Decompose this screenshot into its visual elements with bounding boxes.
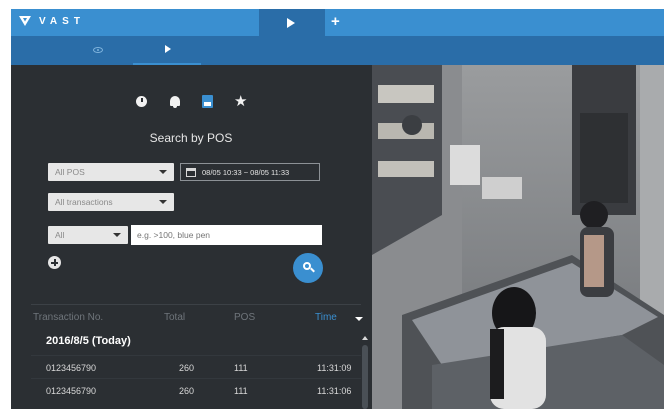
add-tab-button[interactable]: + [331,13,340,30]
cell-total: 260 [179,386,195,396]
camera-scene [372,65,664,409]
transaction-dropdown[interactable]: All transactions [48,193,174,211]
sort-desc-icon[interactable] [355,317,363,321]
calendar-icon [186,167,196,177]
chevron-down-icon [159,200,167,204]
cell-transaction-no: 0123456790 [46,363,97,373]
top-bar: VAST + [11,9,664,36]
view-mode-bar [11,36,664,65]
search-mode-icons: ★ [135,92,248,110]
brand-name: VAST [39,15,85,27]
search-title: Search by POS [149,131,233,145]
eye-icon[interactable] [93,47,103,53]
plus-icon: + [331,13,340,30]
search-button[interactable] [293,253,323,283]
tab-live-view[interactable] [259,9,325,36]
playback-icon[interactable] [165,45,171,53]
column-header-time[interactable]: Time [315,312,337,323]
cell-time: 11:31:06 [317,386,352,396]
star-icon[interactable]: ★ [234,92,248,110]
table-scrollbar[interactable] [362,336,368,409]
field-dropdown-value: All [55,230,65,240]
vast-logo-icon [19,16,31,26]
pos-dropdown-value: All POS [55,167,85,177]
add-condition-icon[interactable] [48,256,61,269]
transaction-dropdown-value: All transactions [55,197,113,207]
scroll-up-icon[interactable] [362,336,368,340]
pos-icon[interactable] [201,95,215,109]
table-header: Transaction No. Total POS Time [31,304,363,328]
camera-video-feed[interactable] [372,65,664,409]
column-header-total[interactable]: Total [164,312,185,323]
cell-total: 260 [179,363,195,373]
cell-transaction-no: 0123456790 [46,386,97,396]
chevron-down-icon [159,170,167,174]
app-window: VAST + ★ Search by POS All POS 08/05 10:… [11,9,664,409]
date-range-picker[interactable]: 08/05 10:33 ~ 08/05 11:33 [180,163,320,181]
pos-dropdown[interactable]: All POS [48,163,174,181]
search-panel: ★ Search by POS All POS 08/05 10:33 ~ 08… [11,65,371,409]
scrollbar-thumb[interactable] [362,345,368,409]
date-group-header: 2016/8/5 (Today) [46,335,131,347]
table-row[interactable]: 0123456790 260 111 11:31:06 [31,378,361,400]
cell-time: 11:31:09 [317,363,352,373]
keyword-search-input[interactable] [131,225,322,245]
column-header-pos[interactable]: POS [234,312,255,323]
column-header-transaction[interactable]: Transaction No. [33,312,103,323]
brand-logo: VAST [19,15,85,27]
cell-pos: 111 [234,386,248,396]
chevron-down-icon [113,233,121,237]
bell-icon[interactable] [168,95,182,109]
table-row[interactable]: 0123456790 260 111 11:31:09 [31,355,361,377]
date-range-text: 08/05 10:33 ~ 08/05 11:33 [202,167,290,177]
play-icon [287,18,295,28]
cell-pos: 111 [234,363,248,373]
field-dropdown[interactable]: All [48,226,128,244]
clock-icon[interactable] [135,95,149,109]
